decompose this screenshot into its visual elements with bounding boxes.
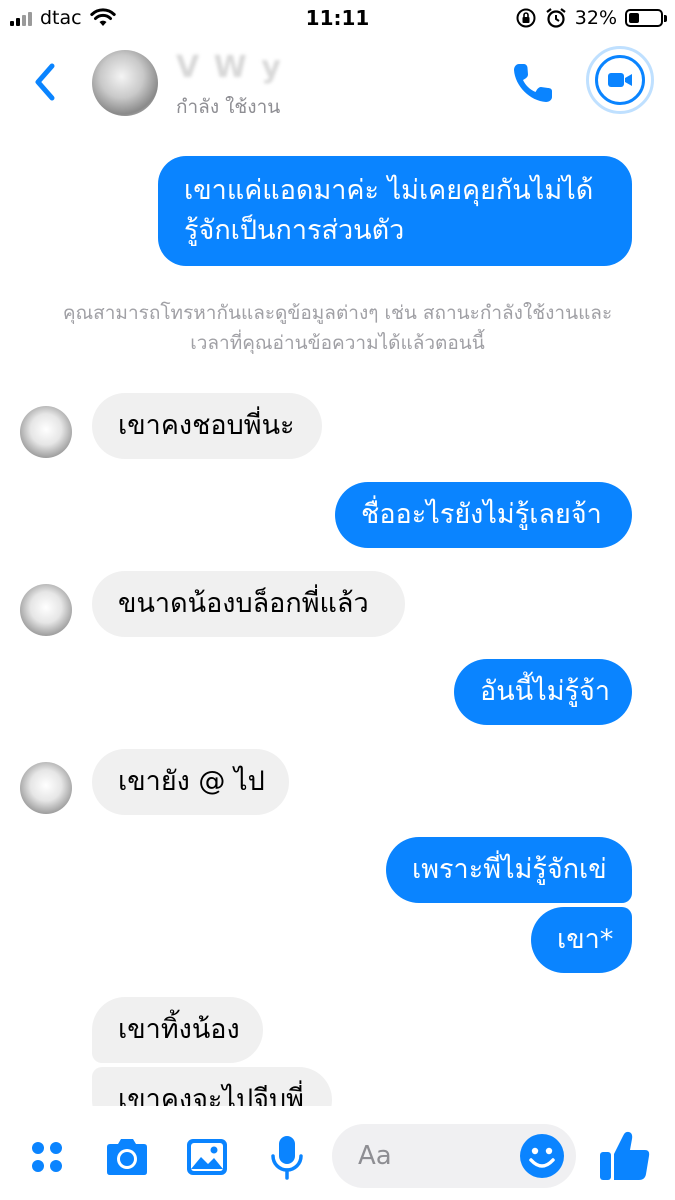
apps-grid-icon[interactable] bbox=[22, 1132, 72, 1182]
info-notice: คุณสามารถโทรหากันและดูข้อมูลต่างๆ เช่น ส… bbox=[0, 298, 675, 358]
message-line: รู้จักเป็นการส่วนตัว bbox=[184, 215, 405, 246]
sender-avatar[interactable] bbox=[20, 406, 72, 458]
image-icon[interactable] bbox=[182, 1132, 232, 1182]
message-line: เขาแค่แอดมาค่ะ ไม่เคยคุยกันไม่ได้ bbox=[184, 175, 594, 206]
incoming-message[interactable]: ขนาดน้องบล็อกพี่แล้ว bbox=[92, 571, 405, 637]
notice-line: เวลาที่คุณอ่านข้อความได้แล้วตอนนี้ bbox=[190, 332, 485, 354]
battery-percent: 32% bbox=[574, 7, 617, 29]
outgoing-message[interactable]: อันนี้ไม่รู้จ้า bbox=[454, 659, 632, 725]
outgoing-message[interactable]: เพราะพี่ไม่รู้จักเข่ bbox=[386, 837, 632, 903]
microphone-glyph bbox=[271, 1136, 303, 1180]
video-call-button[interactable] bbox=[586, 46, 654, 114]
incoming-message[interactable]: เขายัง @ ไป bbox=[92, 749, 289, 815]
battery-icon bbox=[625, 9, 667, 27]
incoming-message[interactable]: เขาคงชอบพี่นะ bbox=[92, 393, 322, 459]
video-ring bbox=[595, 55, 645, 105]
notice-line: คุณสามารถโทรหากันและดูข้อมูลต่างๆ เช่น ส… bbox=[62, 302, 613, 324]
image-glyph bbox=[187, 1139, 227, 1175]
conversation-header: V W y กำลัง ใช้งาน bbox=[0, 36, 675, 132]
camera-icon[interactable] bbox=[102, 1132, 152, 1182]
contact-status: กำลัง ใช้งาน bbox=[176, 96, 281, 118]
contact-name[interactable]: V W y bbox=[176, 50, 283, 85]
status-bar: dtac 11:11 32% bbox=[0, 0, 675, 36]
sender-avatar[interactable] bbox=[20, 584, 72, 636]
alarm-icon bbox=[546, 8, 566, 28]
outgoing-message[interactable]: เขา* bbox=[531, 907, 632, 973]
outgoing-message[interactable]: ชื่ออะไรยังไม่รู้เลยจ้า bbox=[335, 482, 632, 548]
apps-grid-glyph bbox=[32, 1142, 62, 1172]
contact-avatar[interactable] bbox=[92, 50, 158, 116]
sender-avatar[interactable] bbox=[20, 762, 72, 814]
status-right: 32% bbox=[515, 6, 667, 30]
camera-glyph bbox=[107, 1139, 147, 1175]
emoji-icon[interactable] bbox=[518, 1132, 566, 1180]
microphone-icon[interactable] bbox=[262, 1132, 312, 1182]
incoming-message[interactable]: เขาทิ้งน้อง bbox=[92, 997, 263, 1063]
thumbs-up-icon[interactable] bbox=[598, 1128, 652, 1182]
message-composer bbox=[0, 1110, 675, 1200]
rotation-lock-icon bbox=[516, 8, 536, 28]
video-camera-icon bbox=[608, 73, 632, 87]
phone-icon[interactable] bbox=[510, 60, 556, 106]
battery-level bbox=[629, 13, 639, 23]
chevron-left-icon[interactable] bbox=[26, 60, 66, 104]
outgoing-message[interactable]: เขาแค่แอดมาค่ะ ไม่เคยคุยกันไม่ได้ รู้จัก… bbox=[158, 156, 632, 266]
